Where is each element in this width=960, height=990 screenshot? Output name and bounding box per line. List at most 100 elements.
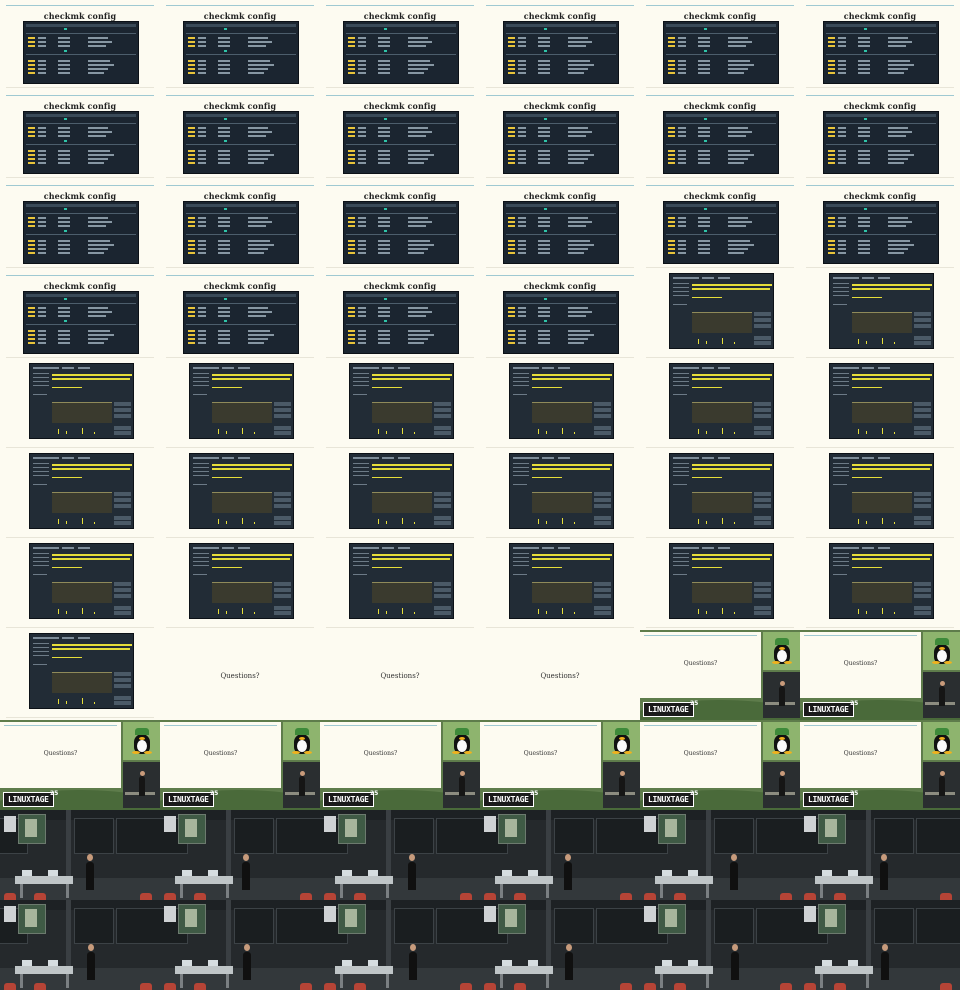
thumbnail-checkmk: checkmk config: [480, 180, 640, 270]
thumbnail-checkmk: checkmk config: [0, 0, 160, 90]
slide-top-rule: [486, 95, 634, 96]
checkmk-table-screenshot: [503, 111, 619, 174]
thumbnail-room: [160, 900, 320, 990]
thumbnail-graph: [0, 360, 160, 450]
checkmk-slide: checkmk config: [320, 270, 480, 360]
thumbnail-room: [800, 900, 960, 990]
checkmk-graph-screenshot: [349, 453, 454, 529]
checkmk-table-screenshot: [823, 111, 939, 174]
slide-title: checkmk config: [523, 191, 597, 201]
lectern-table: [815, 876, 873, 884]
graph-slide: [800, 450, 960, 540]
slide-top-rule: [646, 185, 794, 186]
checkmk-graph-screenshot: [829, 453, 934, 529]
slide-top-rule: [646, 5, 794, 6]
thumbnail-checkmk: checkmk config: [800, 0, 960, 90]
speaker: [565, 952, 573, 980]
slide-title: checkmk config: [43, 281, 117, 291]
graph-slide: [160, 540, 320, 630]
thumbnail-overlay: Questions? LINUXTAGE 25: [0, 720, 160, 810]
thumbnail-room: [640, 810, 800, 900]
room-camera-frame: [0, 810, 160, 900]
thumbnail-room: [640, 900, 800, 990]
questions-text: Questions?: [683, 660, 718, 667]
questions-slide: Questions?: [320, 630, 480, 720]
lectern-table: [15, 966, 73, 974]
checkmk-graph-screenshot: [189, 363, 294, 439]
checkmk-graph-screenshot: [29, 363, 134, 439]
slide-top-rule: [806, 185, 954, 186]
slide-title: checkmk config: [203, 191, 277, 201]
thumbnail-graph: [0, 450, 160, 540]
slide-top-rule: [806, 95, 954, 96]
checkmk-graph-screenshot: [669, 543, 774, 619]
slide-top-rule: [166, 5, 314, 6]
checkmk-slide: checkmk config: [800, 90, 960, 180]
thumbnail-overlay: Questions? LINUXTAGE 25: [640, 630, 800, 720]
thumbnail-overlay: Questions? LINUXTAGE 25: [160, 720, 320, 810]
checkmk-table-screenshot: [343, 291, 459, 354]
event-logo-year: 25: [690, 790, 699, 797]
slide-top-rule: [646, 95, 794, 96]
room-camera-frame: [480, 900, 640, 990]
slide-title: checkmk config: [363, 101, 437, 111]
checkmk-slide: checkmk config: [160, 0, 320, 90]
event-logo: LINUXTAGE: [803, 792, 854, 807]
event-logo-year: 25: [370, 790, 379, 797]
thumbnail-checkmk: checkmk config: [800, 90, 960, 180]
tux-logo: [123, 722, 160, 760]
checkmk-slide: checkmk config: [800, 180, 960, 270]
penguin-icon: [771, 728, 793, 754]
slide-title: checkmk config: [683, 11, 757, 21]
speaker-camera: [603, 762, 640, 808]
slide-top-rule: [326, 5, 474, 6]
thumbnail-graph: [480, 450, 640, 540]
thumbnail-graph: [160, 360, 320, 450]
checkmk-graph-screenshot: [349, 363, 454, 439]
speaker: [730, 862, 738, 890]
thumbnail-graph: [800, 360, 960, 450]
checkmk-graph-screenshot: [509, 453, 614, 529]
checkmk-table-screenshot: [343, 21, 459, 84]
tux-logo: [283, 722, 320, 760]
checkmk-slide: checkmk config: [0, 270, 160, 360]
event-logo-year: 25: [850, 700, 859, 707]
checkmk-table-screenshot: [823, 21, 939, 84]
graph-slide: [320, 540, 480, 630]
slide-top-rule: [326, 95, 474, 96]
questions-text: Questions?: [203, 750, 238, 757]
tux-logo: [923, 632, 960, 670]
event-logo: LINUXTAGE: [483, 792, 534, 807]
checkmk-table-screenshot: [343, 111, 459, 174]
tux-logo: [443, 722, 480, 760]
projection-screen: [658, 904, 686, 934]
slide-title: checkmk config: [363, 191, 437, 201]
questions-text: Questions?: [380, 672, 420, 680]
stream-overlay-frame: Questions? LINUXTAGE 25: [0, 720, 160, 810]
checkmk-slide: checkmk config: [640, 90, 800, 180]
event-logo-year: 25: [690, 700, 699, 707]
slide-title: checkmk config: [43, 101, 117, 111]
checkmk-slide: checkmk config: [160, 90, 320, 180]
slide-view: Questions?: [320, 722, 441, 788]
speaker-camera: [283, 762, 320, 808]
slide-title: checkmk config: [203, 101, 277, 111]
slide-title: checkmk config: [843, 11, 917, 21]
room-camera-frame: [0, 900, 160, 990]
speaker: [243, 952, 251, 980]
slide-title: checkmk config: [683, 101, 757, 111]
thumbnail-overlay: Questions? LINUXTAGE 25: [640, 720, 800, 810]
checkmk-table-screenshot: [343, 201, 459, 264]
checkmk-graph-screenshot: [29, 453, 134, 529]
slide-title: checkmk config: [43, 11, 117, 21]
slide-view: Questions?: [800, 722, 921, 788]
thumbnail-checkmk: checkmk config: [160, 0, 320, 90]
projection-screen: [338, 904, 366, 934]
slide-top-rule: [326, 185, 474, 186]
thumbnail-checkmk: checkmk config: [640, 90, 800, 180]
slide-title: checkmk config: [523, 101, 597, 111]
checkmk-slide: checkmk config: [0, 90, 160, 180]
room-camera-frame: [320, 900, 480, 990]
projection-screen: [18, 814, 46, 844]
checkmk-table-screenshot: [663, 111, 779, 174]
